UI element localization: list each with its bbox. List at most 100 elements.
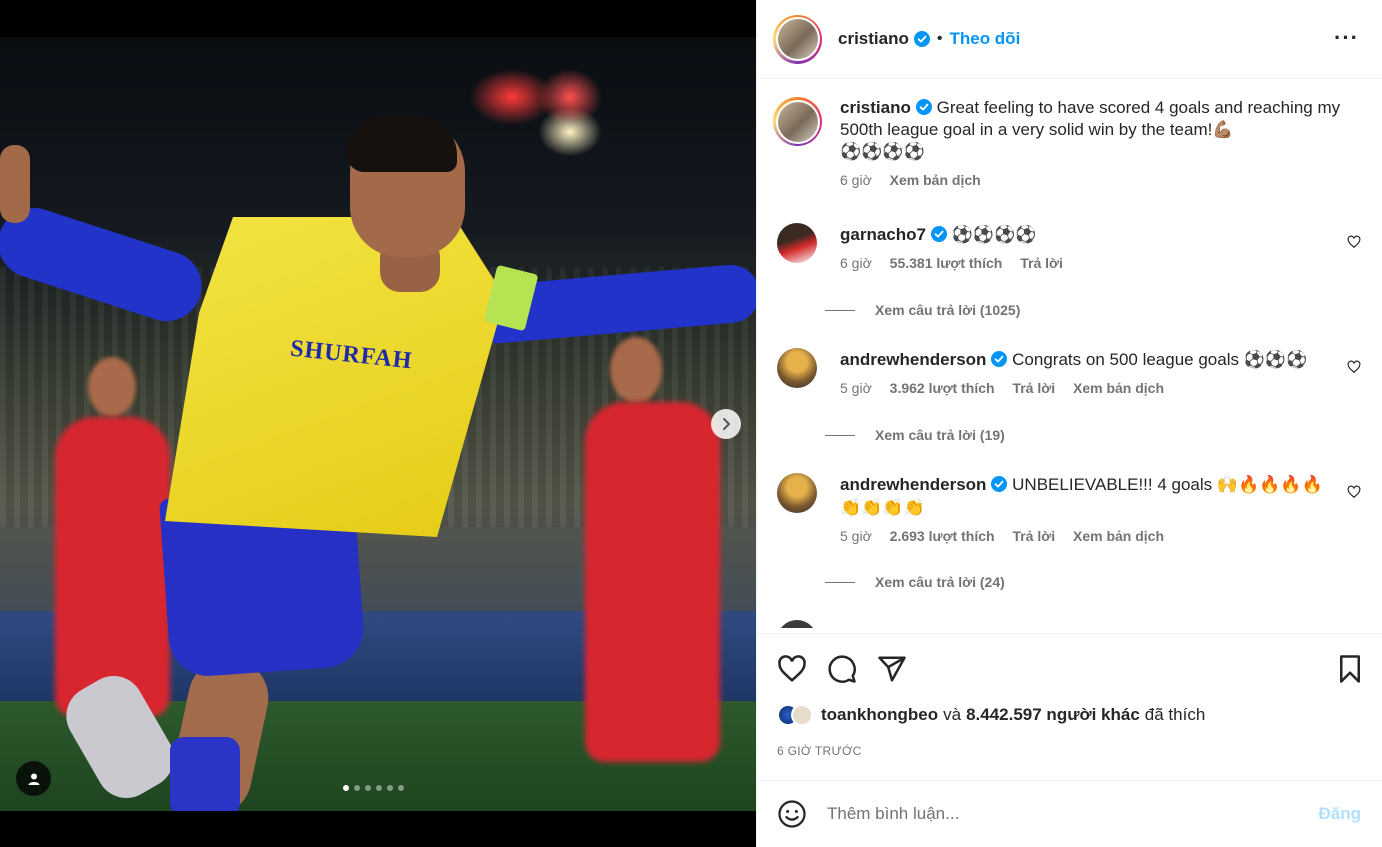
- caption-username[interactable]: cristiano: [840, 98, 911, 117]
- carousel-dot: [387, 785, 393, 791]
- commenter-avatar[interactable]: [777, 223, 817, 263]
- comment-reply[interactable]: Trả lời: [1020, 255, 1063, 271]
- comment-username[interactable]: garnacho7: [840, 225, 926, 244]
- player-hair: [347, 117, 457, 172]
- heart-icon[interactable]: [1347, 485, 1361, 499]
- verified-icon: [913, 31, 930, 47]
- comment-time[interactable]: 5 giờ: [840, 380, 872, 396]
- caption-translate[interactable]: Xem bản dịch: [890, 172, 981, 188]
- comment-input[interactable]: [827, 804, 1287, 824]
- comment-username[interactable]: andrewhenderson: [840, 350, 986, 369]
- comment-body: garnacho7 ⚽⚽⚽⚽ 6 giờ 55.381 lượt thích T…: [840, 223, 1330, 275]
- verified-icon: [930, 226, 947, 242]
- comment-translate[interactable]: Xem bản dịch: [1073, 380, 1164, 396]
- next-arrow-icon: [723, 418, 730, 430]
- bg-player: [55, 417, 170, 717]
- bg-player-head: [610, 337, 662, 403]
- caption-body: cristiano Great feeling to have scored 4…: [840, 97, 1367, 191]
- likes-suffix: đã thích: [1144, 705, 1206, 724]
- add-comment-bar: Đăng: [757, 780, 1382, 847]
- carousel-dot: [343, 785, 349, 791]
- comment-icon[interactable]: [827, 654, 857, 684]
- bookmark-icon[interactable]: [1335, 654, 1365, 684]
- comments-list: cristiano Great feeling to have scored 4…: [757, 80, 1382, 628]
- comment-body: andrewhenderson UNBELIEVABLE!!! 4 goals …: [840, 473, 1330, 548]
- comment-likes[interactable]: 3.962 lượt thích: [890, 380, 995, 396]
- next-slide-button[interactable]: [711, 409, 741, 439]
- avatar-image: [777, 101, 818, 142]
- player-hand: [0, 145, 30, 223]
- header-separator: •: [936, 30, 943, 47]
- post-comment-button[interactable]: Đăng: [1319, 804, 1362, 824]
- comment-text: ⚽⚽⚽⚽: [951, 225, 1037, 244]
- verified-icon: [915, 99, 932, 115]
- liker-avatar: [791, 704, 813, 726]
- commenter-avatar[interactable]: [777, 473, 817, 513]
- commenter-avatar[interactable]: [777, 620, 817, 628]
- comment-reply[interactable]: Trả lời: [1012, 380, 1055, 396]
- comment-time[interactable]: 6 giờ: [840, 255, 872, 271]
- likes-summary: toankhongbeo và 8.442.597 người khác đã …: [777, 704, 1205, 726]
- view-replies-button[interactable]: Xem câu trả lời (1025): [825, 302, 1020, 318]
- liker-username[interactable]: toankhongbeo: [821, 705, 938, 725]
- post-actions: toankhongbeo và 8.442.597 người khác đã …: [757, 633, 1382, 780]
- follow-button[interactable]: Theo dõi: [949, 29, 1020, 49]
- replies-line: [825, 309, 855, 311]
- caption-time[interactable]: 6 giờ: [840, 172, 872, 188]
- caption-avatar[interactable]: [773, 97, 822, 146]
- heart-icon[interactable]: [777, 654, 807, 684]
- user-tags-button[interactable]: [16, 761, 51, 796]
- comment-time[interactable]: 5 giờ: [840, 528, 872, 544]
- view-replies-label: Xem câu trả lời (1025): [875, 302, 1021, 318]
- post-photo: SHURFAH: [0, 37, 756, 811]
- comment-text: Congrats on 500 league goals ⚽⚽⚽: [1012, 350, 1308, 369]
- avatar-image: [777, 19, 818, 59]
- bg-player: [585, 402, 720, 762]
- more-options-icon[interactable]: ···: [1334, 27, 1359, 49]
- avatar-ring-inner: [775, 99, 820, 144]
- comment-translate[interactable]: Xem bản dịch: [1073, 528, 1164, 544]
- comment-meta: 5 giờ 3.962 lượt thích Trả lời Xem bản d…: [840, 377, 1330, 400]
- share-icon[interactable]: [877, 654, 907, 684]
- avatar-ring-inner: [775, 17, 820, 61]
- post-panel: cristiano • Theo dõi ··· cristiano Great…: [756, 0, 1382, 847]
- likes-others[interactable]: 8.442.597 người khác: [966, 705, 1140, 725]
- view-replies-button[interactable]: Xem câu trả lời (19): [825, 427, 1005, 443]
- author-avatar[interactable]: [773, 14, 822, 64]
- verified-icon: [991, 476, 1008, 492]
- comment-reply[interactable]: Trả lời: [1012, 528, 1055, 544]
- comment-username[interactable]: andrewhenderson: [840, 475, 986, 494]
- comment-meta: 6 giờ 55.381 lượt thích Trả lời: [840, 252, 1330, 275]
- carousel-dot: [365, 785, 371, 791]
- post-timestamp[interactable]: 6 GIỜ TRƯỚC: [777, 744, 862, 758]
- caption-emojis: ⚽⚽⚽⚽: [840, 142, 925, 161]
- post-caption: cristiano Great feeling to have scored 4…: [773, 97, 1367, 191]
- view-replies-label: Xem câu trả lời (19): [875, 427, 1005, 443]
- comment-likes[interactable]: 55.381 lượt thích: [890, 255, 1003, 271]
- view-replies-button[interactable]: Xem câu trả lời (24): [825, 574, 1005, 590]
- heart-icon[interactable]: [1347, 235, 1361, 249]
- comment-likes[interactable]: 2.693 lượt thích: [890, 528, 995, 544]
- caption-meta: 6 giờ Xem bản dịch: [840, 169, 1367, 191]
- bg-player-head: [88, 357, 136, 417]
- heart-icon[interactable]: [1347, 360, 1361, 374]
- post-media: SHURFAH: [0, 0, 756, 847]
- carousel-indicator: [343, 785, 404, 791]
- comment-meta: 5 giờ 2.693 lượt thích Trả lời Xem bản d…: [840, 525, 1330, 548]
- comment-body: andrewhenderson Congrats on 500 league g…: [840, 348, 1330, 400]
- player-sock: [170, 737, 240, 811]
- user-tag-icon: [28, 773, 39, 785]
- verified-icon: [991, 351, 1008, 367]
- emoji-icon[interactable]: [777, 799, 807, 829]
- commenter-avatar[interactable]: [777, 348, 817, 388]
- author-username[interactable]: cristiano: [838, 29, 909, 49]
- carousel-dot: [376, 785, 382, 791]
- replies-line: [825, 434, 855, 436]
- carousel-dot: [354, 785, 360, 791]
- likes-connector: và: [943, 705, 962, 724]
- carousel-dot: [398, 785, 404, 791]
- post-header: cristiano • Theo dõi ···: [757, 0, 1382, 79]
- replies-line: [825, 581, 855, 583]
- view-replies-label: Xem câu trả lời (24): [875, 574, 1005, 590]
- post-dialog: SHURFAH cristiano • Theo dõi ··· cristia…: [0, 0, 1382, 847]
